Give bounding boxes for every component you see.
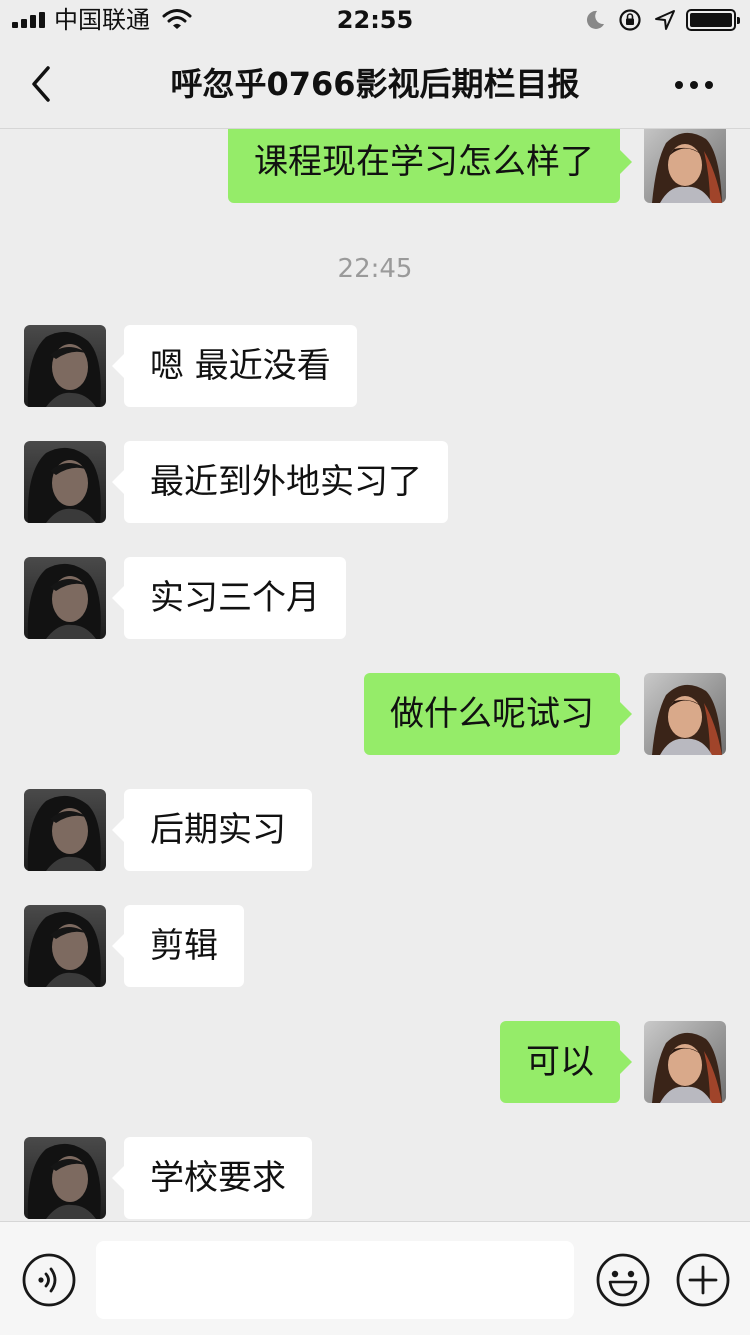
self-avatar[interactable] [644,1021,726,1103]
chat-title: 呼忽乎0766影视后期栏目报 [170,65,580,103]
message-bubble[interactable]: 最近到外地实习了 [112,441,448,523]
message-incoming: 学校要求 [0,1137,750,1219]
contact-avatar[interactable] [24,441,106,523]
contact-avatar[interactable] [24,905,106,987]
status-bar: 中国联通 22:55 [0,0,750,40]
self-avatar[interactable] [644,673,726,755]
message-incoming: 嗯 最近没看 [0,325,750,407]
message-incoming: 剪辑 [0,905,750,987]
moon-icon [586,10,604,29]
message-bubble[interactable]: 课程现在学习怎么样了 [228,129,632,203]
message-timestamp: 22:45 [337,254,413,284]
contact-avatar[interactable] [24,789,106,871]
contact-avatar[interactable] [24,1137,106,1219]
contact-avatar[interactable] [24,557,106,639]
message-outgoing: 做什么呢试习 [0,673,750,755]
chat-header: 呼忽乎0766影视后期栏目报 [0,40,750,129]
more-dots-icon[interactable] [674,80,714,90]
plus-icon[interactable] [676,1253,730,1307]
message-bubble[interactable]: 学校要求 [112,1137,312,1219]
message-bubble[interactable]: 实习三个月 [112,557,346,639]
back-chevron-icon[interactable] [28,64,54,104]
location-arrow-icon [655,10,675,30]
contact-avatar[interactable] [24,325,106,407]
message-outgoing: 课程现在学习怎么样了 [0,129,750,203]
message-bubble[interactable]: 后期实习 [112,789,312,871]
message-input[interactable] [96,1241,574,1319]
input-bar [0,1221,750,1335]
message-incoming: 后期实习 [0,789,750,871]
message-bubble[interactable]: 剪辑 [112,905,244,987]
battery-icon [686,9,740,31]
message-list[interactable]: 课程现在学习怎么样了 22:45 嗯 最近没看 最近到外地实习了 实习三个月 做… [0,129,750,1221]
message-bubble[interactable]: 可以 [500,1021,632,1103]
message-outgoing: 可以 [0,1021,750,1103]
message-incoming: 最近到外地实习了 [0,441,750,523]
message-bubble[interactable]: 嗯 最近没看 [112,325,357,407]
message-incoming: 实习三个月 [0,557,750,639]
message-bubble[interactable]: 做什么呢试习 [364,673,632,755]
rotation-lock-icon [619,9,641,31]
self-avatar[interactable] [644,129,726,203]
voice-icon[interactable] [22,1253,76,1307]
emoji-icon[interactable] [596,1253,650,1307]
